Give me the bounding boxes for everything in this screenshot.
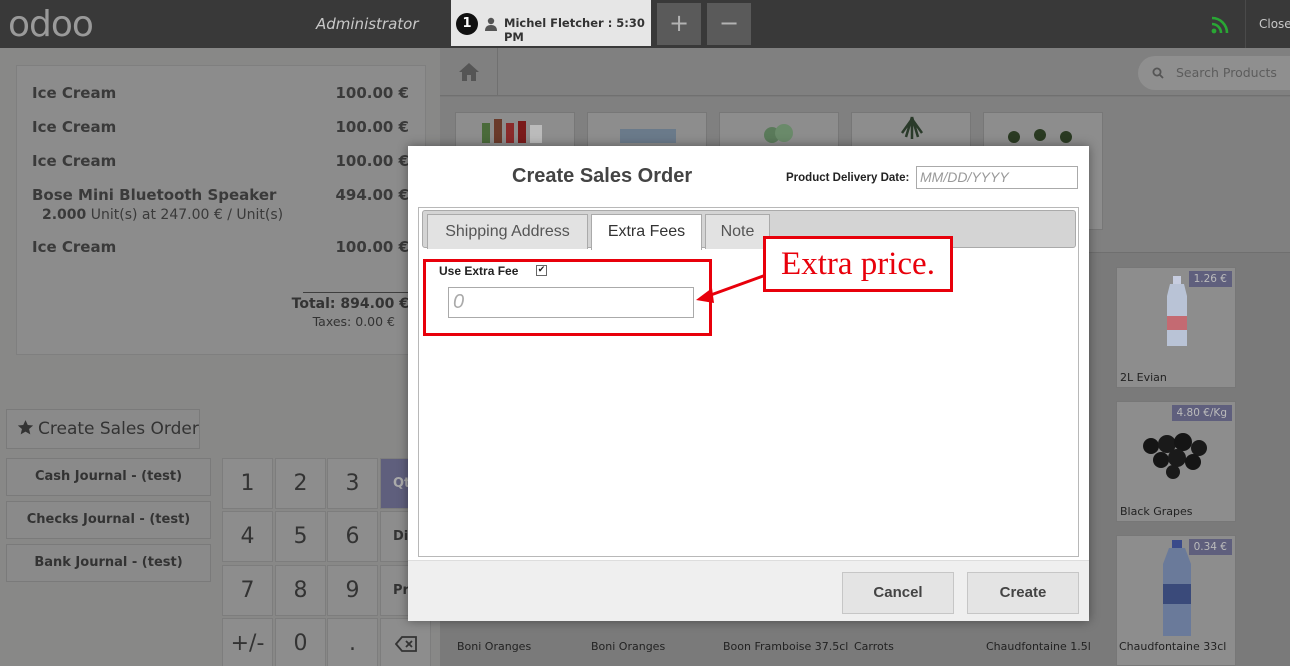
search-placeholder: Search Products [1176,65,1277,80]
tab-shipping-address[interactable]: Shipping Address [427,214,588,249]
dialog-title: Create Sales Order [512,165,693,187]
order-number-badge: 1 [456,13,478,35]
pineapple-image [900,116,924,139]
order-pane: Ice Cream 100.00 € Ice Cream 100.00 € Ic… [0,48,440,666]
laptop-image [620,129,676,143]
total-divider [303,292,413,293]
product-name[interactable]: Boon Framboise 37.5cl [723,640,848,653]
product-name: 2L Evian [1120,371,1167,384]
person-icon [485,17,497,31]
bottles-image [482,119,542,143]
tab-note[interactable]: Note [705,214,770,249]
numpad-key-4[interactable]: 4 [222,511,273,562]
order-lines: Ice Cream 100.00 € Ice Cream 100.00 € Ic… [16,65,426,355]
delivery-date-label: Product Delivery Date: [786,172,910,184]
tab-extra-fees[interactable]: Extra Fees [591,214,702,250]
create-sales-order-dialog: Create Sales Order Product Delivery Date… [408,146,1089,621]
order-line-price: 100.00 € [335,84,409,102]
order-tab-label: Michel Fletcher : 5:30 PM [504,16,645,44]
backspace-button[interactable] [380,618,431,666]
cancel-button[interactable]: Cancel [842,572,954,614]
home-button[interactable] [440,48,498,96]
bank-journal-button[interactable]: Bank Journal - (test) [6,544,211,582]
product-name[interactable]: Chaudfontaine 33cl [1119,640,1226,653]
create-button[interactable]: Create [967,572,1079,614]
star-icon [17,420,34,435]
water-bottle-image [1163,540,1191,636]
grapes-image [1143,433,1207,479]
product-name[interactable]: Chaudfontaine 1.5l [986,640,1091,653]
order-line-name[interactable]: Ice Cream [32,238,116,256]
order-line-detail: 2.000 Unit(s) at 247.00 € / Unit(s) [42,207,284,223]
checks-journal-button[interactable]: Checks Journal - (test) [6,501,211,539]
product-name[interactable]: Boni Oranges [457,640,531,653]
cash-journal-button[interactable]: Cash Journal - (test) [6,458,211,496]
numpad-key-6[interactable]: 6 [327,511,378,562]
order-line-name[interactable]: Bose Mini Bluetooth Speaker [32,186,276,204]
search-products-field[interactable]: Search Products [1138,56,1290,90]
numpad-key-plus-minus[interactable]: +/- [222,618,273,666]
order-line-name[interactable]: Ice Cream [32,152,116,170]
product-name[interactable]: Boni Oranges [591,640,665,653]
numpad-key-dot[interactable]: . [327,618,378,666]
dialog-footer: Cancel Create [408,560,1089,621]
numpad-key-8[interactable]: 8 [275,565,326,616]
extra-price-callout: Extra price. [763,236,953,292]
order-line-name[interactable]: Ice Cream [32,84,116,102]
product-name: Black Grapes [1120,505,1193,518]
order-taxes: Taxes: 0.00 € [312,314,395,329]
order-line-price: 494.00 € [335,186,409,204]
remove-order-button[interactable]: − [707,3,751,45]
add-order-button[interactable]: + [657,3,701,45]
order-line-name[interactable]: Ice Cream [32,118,116,136]
numpad-key-7[interactable]: 7 [222,565,273,616]
numpad-key-3[interactable]: 3 [327,458,378,509]
product-name[interactable]: Carrots [854,640,894,653]
order-line-price: 100.00 € [335,152,409,170]
search-icon [1152,67,1164,79]
create-sales-order-button[interactable]: Create Sales Order [6,409,200,449]
numpad-key-0[interactable]: 0 [275,618,326,666]
order-line-price: 100.00 € [335,118,409,136]
username: Administrator [316,15,419,33]
top-bar: odoo Administrator 1 Michel Fletcher : 5… [0,0,1290,48]
numpad-key-1[interactable]: 1 [222,458,273,509]
delivery-date-input[interactable]: MM/DD/YYYY [916,166,1078,189]
plants-image [1008,129,1072,143]
evian-bottle-image [1167,276,1187,346]
product-tile-black-grapes[interactable]: 4.80 €/Kg Black Grapes [1116,401,1236,522]
order-line-price: 100.00 € [335,238,409,256]
arrow-icon [696,273,767,303]
product-price-badge: 1.26 € [1188,271,1232,287]
order-tab[interactable]: 1 Michel Fletcher : 5:30 PM [451,0,651,46]
product-tile-evian[interactable]: 1.26 € 2L Evian [1116,267,1236,388]
numpad-key-5[interactable]: 5 [275,511,326,562]
order-total: Total: 894.00 € [291,296,409,312]
close-button[interactable]: Close [1245,0,1290,48]
rss-icon [1211,16,1229,34]
backspace-icon [394,636,417,652]
vegetables-image [764,124,793,143]
extra-fee-highlight-box [423,259,712,336]
odoo-logo: odoo [8,4,94,45]
product-price-badge: 4.80 €/Kg [1171,405,1232,421]
products-header: Search Products [440,48,1290,96]
tab-bar: Shipping Address Extra Fees Note [422,210,1076,250]
numpad-key-2[interactable]: 2 [275,458,326,509]
home-icon [459,63,479,81]
numpad-key-9[interactable]: 9 [327,565,378,616]
